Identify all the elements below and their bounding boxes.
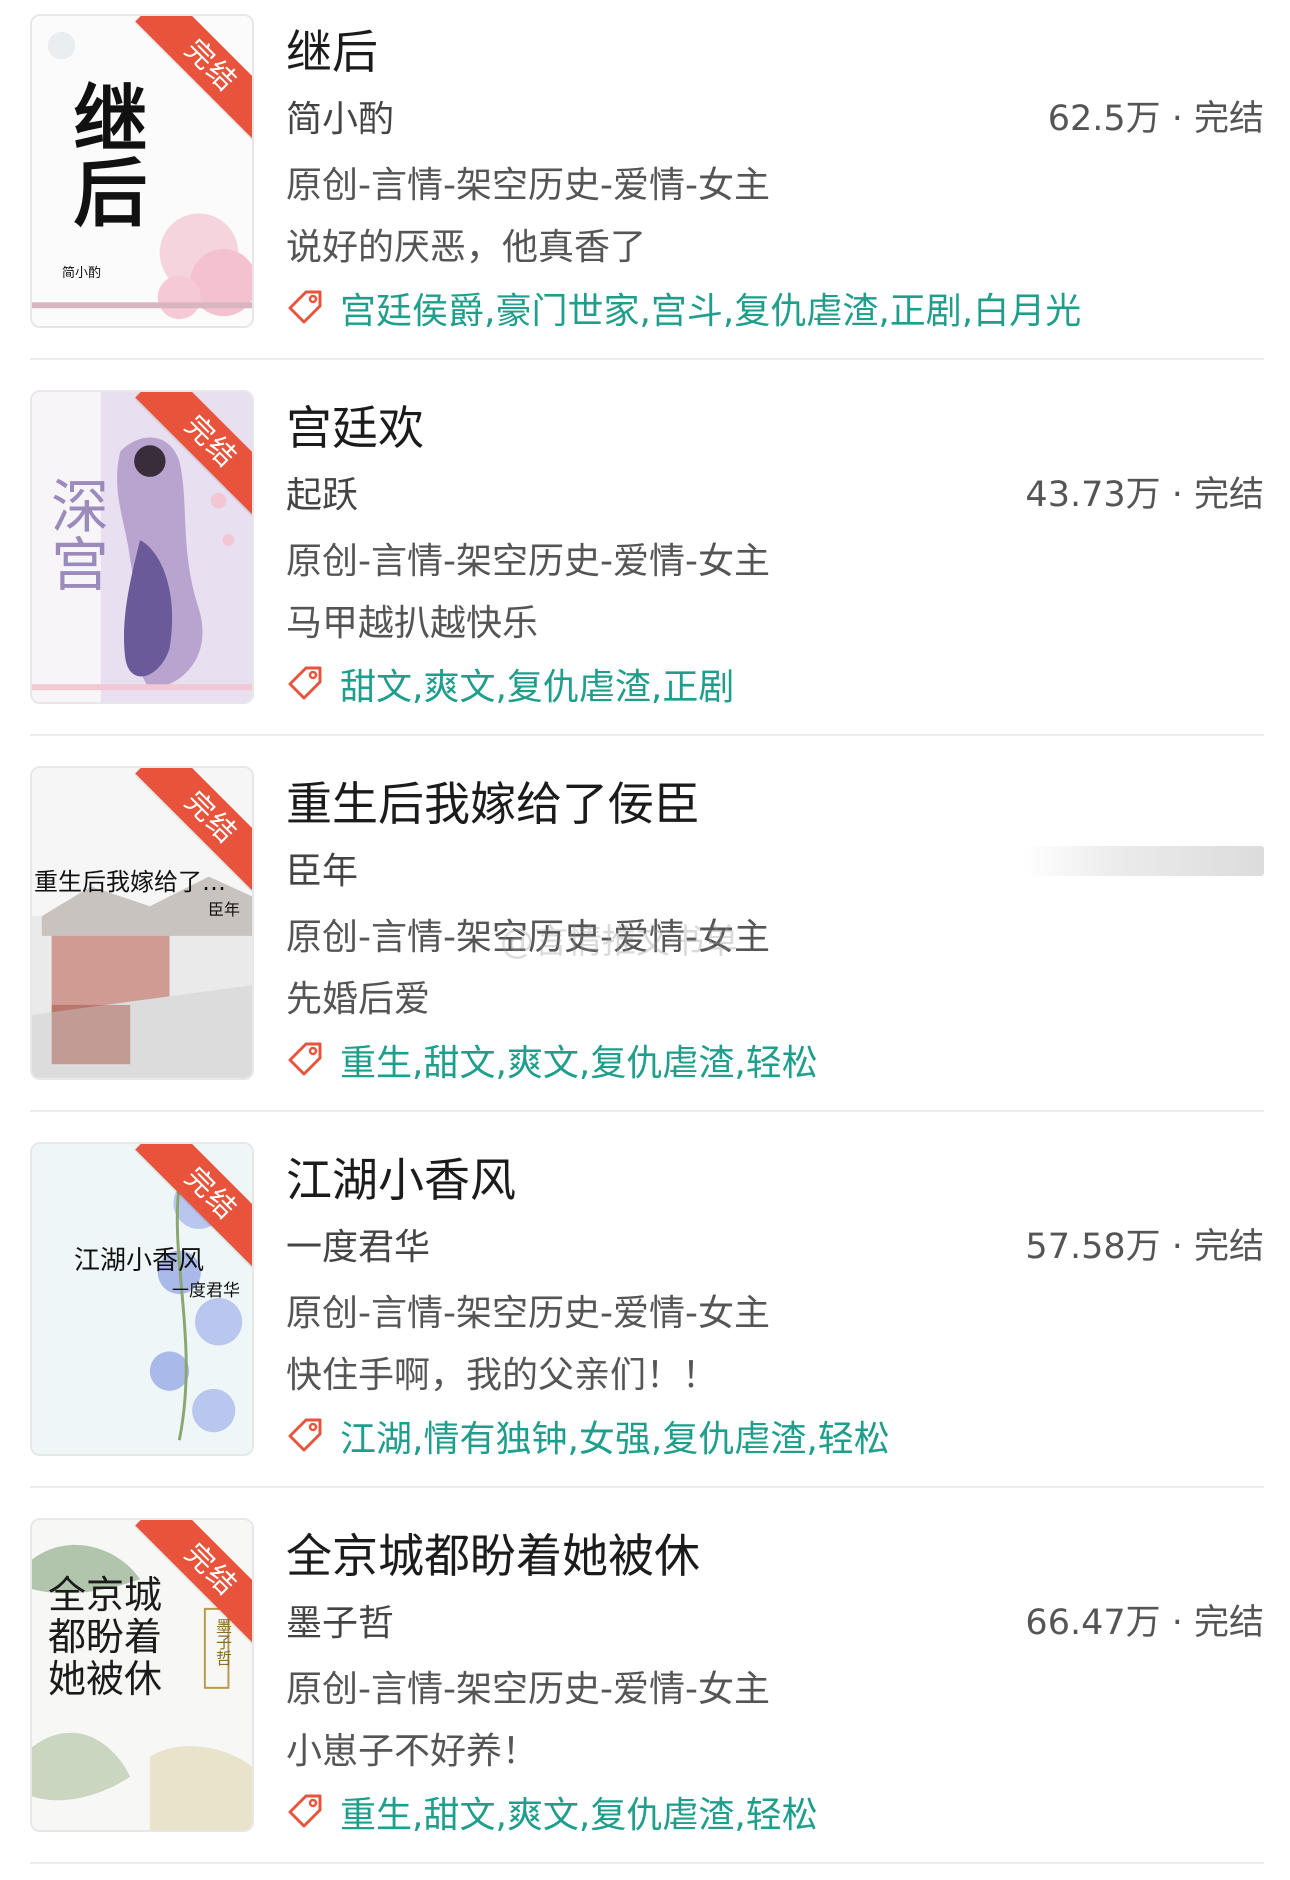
- cover-author-text: 一度君华: [172, 1281, 240, 1301]
- book-author[interactable]: 一度君华: [286, 1218, 430, 1270]
- book-cover[interactable]: 江湖小香风 一度君华 完结: [30, 1142, 254, 1456]
- book-author[interactable]: 墨子哲: [286, 1594, 394, 1646]
- tag-icon: [288, 666, 322, 700]
- cover-title-text: 江湖小香风: [74, 1246, 205, 1276]
- book-author[interactable]: 臣年: [286, 842, 358, 894]
- book-stats: 62.5万 · 完结: [1047, 99, 1264, 139]
- book-stats: 43.73万 · 完结: [1025, 475, 1264, 515]
- book-stats: 66.47万 · 完结: [1025, 1603, 1264, 1643]
- book-item[interactable]: 江湖小香风 一度君华 完结 江湖小香风 一度君华 57.58万 · 完结 原创-…: [0, 1128, 1290, 1504]
- book-cover[interactable]: 重生后我嫁给了… 臣年 完结: [30, 766, 254, 1080]
- book-tags[interactable]: 重生,甜文,爽文,复仇虐渣,轻松: [340, 1034, 818, 1086]
- book-category: 原创-言情-架空历史-爱情-女主: [286, 1669, 770, 1710]
- cover-title-text: 深宫: [41, 476, 109, 592]
- book-title[interactable]: 继后: [286, 16, 378, 82]
- book-title[interactable]: 江湖小香风: [286, 1144, 516, 1210]
- divider: [30, 1110, 1264, 1112]
- book-category: 原创-言情-架空历史-爱情-女主: [286, 1293, 770, 1334]
- book-tags[interactable]: 重生,甜文,爽文,复仇虐渣,轻松: [340, 1786, 818, 1838]
- book-title[interactable]: 宫廷欢: [286, 392, 424, 458]
- cover-author-text: 简小酌: [62, 266, 102, 281]
- book-author[interactable]: 简小酌: [286, 90, 394, 142]
- book-description: 小崽子不好养！: [286, 1731, 539, 1772]
- tag-icon: [288, 1418, 322, 1452]
- book-tags[interactable]: 宫廷侯爵,豪门世家,宫斗,复仇虐渣,正剧,白月光: [340, 282, 1081, 334]
- book-cover[interactable]: 深宫 完结: [30, 390, 254, 704]
- divider: [30, 734, 1264, 736]
- cover-title-text: 继后: [61, 80, 147, 228]
- blurred-stats: [1024, 846, 1264, 876]
- book-item[interactable]: 继后 简小酌 完结 继后 简小酌 62.5万 · 完结 原创-言情-架空历史-爱…: [0, 0, 1290, 376]
- book-description: 先婚后爱: [286, 979, 431, 1020]
- tag-icon: [288, 1042, 322, 1076]
- book-category: 原创-言情-架空历史-爱情-女主: [286, 541, 770, 582]
- tag-icon: [288, 1794, 322, 1828]
- watermark: @言情推文书单: [500, 922, 738, 962]
- divider: [30, 358, 1264, 360]
- cover-title-text: 全京城都盼着她被休: [48, 1573, 163, 1701]
- book-author[interactable]: 起跃: [286, 466, 358, 518]
- book-description: 说好的厌恶，他真香了: [286, 227, 647, 268]
- divider: [30, 1862, 1264, 1864]
- book-item[interactable]: 深宫 完结 宫廷欢 起跃 43.73万 · 完结 原创-言情-架空历史-爱情-女…: [0, 376, 1290, 752]
- book-cover[interactable]: 全京城都盼着她被休 墨子哲 完结: [30, 1518, 254, 1832]
- book-item[interactable]: 全京城都盼着她被休 墨子哲 完结 全京城都盼着她被休 墨子哲 66.47万 · …: [0, 1504, 1290, 1880]
- book-description: 快住手啊，我的父亲们！！: [286, 1355, 719, 1396]
- cover-author-text: 墨子哲: [213, 1618, 232, 1666]
- book-cover[interactable]: 继后 简小酌 完结: [30, 14, 254, 328]
- book-category: 原创-言情-架空历史-爱情-女主: [286, 165, 770, 206]
- book-description: 马甲越扒越快乐: [286, 603, 539, 644]
- divider: [30, 1486, 1264, 1488]
- book-title[interactable]: 全京城都盼着她被休: [286, 1520, 700, 1586]
- cover-author-text: 臣年: [208, 900, 241, 919]
- book-tags[interactable]: 江湖,情有独钟,女强,复仇虐渣,轻松: [340, 1410, 890, 1462]
- book-title[interactable]: 重生后我嫁给了佞臣: [286, 768, 700, 834]
- book-stats: 57.58万 · 完结: [1025, 1227, 1264, 1267]
- cover-title-text: 重生后我嫁给了…: [34, 868, 226, 896]
- book-tags[interactable]: 甜文,爽文,复仇虐渣,正剧: [340, 658, 734, 710]
- tag-icon: [288, 290, 322, 324]
